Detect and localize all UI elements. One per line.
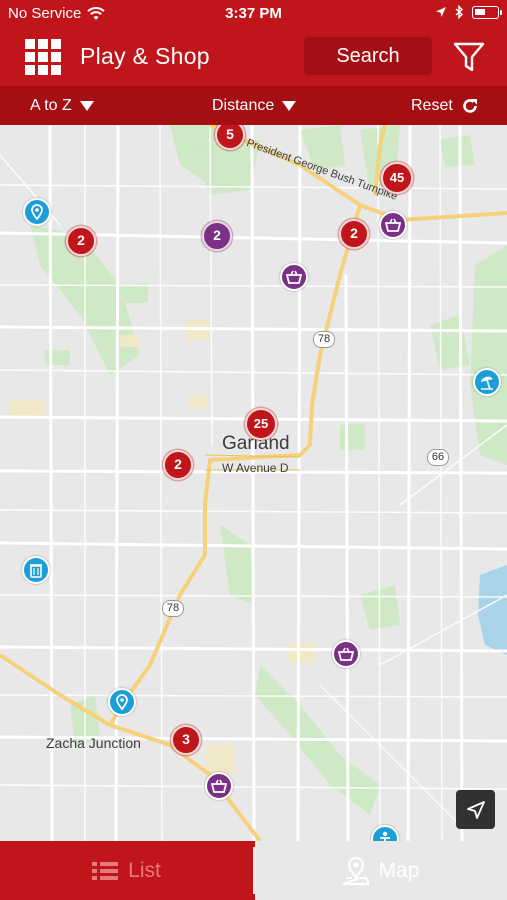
cluster-marker[interactable]: 45 [381, 162, 413, 194]
refresh-icon [463, 99, 477, 113]
shop-pin[interactable] [379, 211, 407, 239]
search-button[interactable]: Search [304, 37, 432, 75]
person-icon [380, 831, 390, 841]
map-pin-icon [342, 856, 369, 885]
sort-alpha-label: A to Z [30, 97, 72, 114]
trash-can-icon [30, 564, 42, 578]
cluster-marker[interactable]: 2 [163, 450, 193, 480]
sort-distance-button[interactable]: Distance [212, 97, 297, 115]
shopping-basket-icon [286, 270, 302, 284]
reset-button[interactable]: Reset [411, 97, 479, 115]
tab-map[interactable]: Map [255, 841, 507, 900]
reset-label: Reset [411, 97, 453, 114]
area-label: Zacha Junction [46, 735, 141, 751]
battery-icon [472, 5, 502, 19]
map-view[interactable]: Garland W Avenue D President George Bush… [0, 125, 507, 841]
shop-pin[interactable] [205, 772, 233, 800]
map-pin-icon [116, 694, 128, 710]
status-bar: No Service 3:37 PM [0, 0, 507, 28]
sort-distance-label: Distance [212, 97, 275, 114]
beach-umbrella-icon [481, 376, 493, 390]
my-location-button[interactable] [456, 790, 495, 829]
location-arrow-icon [436, 7, 446, 17]
tab-list-label: List [128, 858, 161, 882]
tab-list[interactable]: List [0, 841, 253, 900]
shopping-basket-icon [338, 647, 354, 661]
navigation-arrow-icon [466, 800, 485, 819]
play-pin[interactable] [108, 688, 136, 716]
street-label: W Avenue D [222, 461, 289, 475]
status-right-group [435, 5, 502, 19]
sort-bar: A to Z Distance Reset [0, 86, 507, 125]
tab-map-label: Map [378, 858, 420, 882]
cluster-marker[interactable]: 2 [202, 221, 232, 251]
cluster-marker[interactable]: 2 [66, 226, 96, 256]
app-header: Play & Shop Search [0, 28, 507, 86]
caret-down-icon [79, 101, 94, 111]
shop-pin[interactable] [332, 640, 360, 668]
app-grid-menu-icon[interactable] [25, 39, 61, 75]
bluetooth-icon [455, 5, 464, 19]
filter-icon[interactable] [452, 40, 486, 74]
play-pin[interactable] [473, 368, 501, 396]
page-title: Play & Shop [80, 43, 210, 69]
play-pin[interactable] [23, 198, 51, 226]
cluster-marker[interactable]: 2 [339, 219, 369, 249]
status-time: 3:37 PM [225, 5, 282, 22]
caret-down-icon [282, 101, 297, 111]
shopping-basket-icon [385, 218, 401, 232]
route-shield: 78 [162, 600, 184, 617]
map-pin-icon [31, 204, 43, 220]
route-shield: 78 [313, 331, 335, 348]
list-icon [92, 861, 119, 880]
cluster-marker[interactable]: 3 [171, 725, 201, 755]
shopping-basket-icon [211, 779, 227, 793]
shop-pin[interactable] [280, 263, 308, 291]
sort-alpha-button[interactable]: A to Z [30, 97, 94, 115]
play-pin[interactable] [22, 556, 50, 584]
cluster-marker[interactable]: 25 [245, 408, 277, 440]
route-shield: 66 [427, 449, 449, 466]
bottom-tab-bar: List Map [0, 841, 507, 900]
